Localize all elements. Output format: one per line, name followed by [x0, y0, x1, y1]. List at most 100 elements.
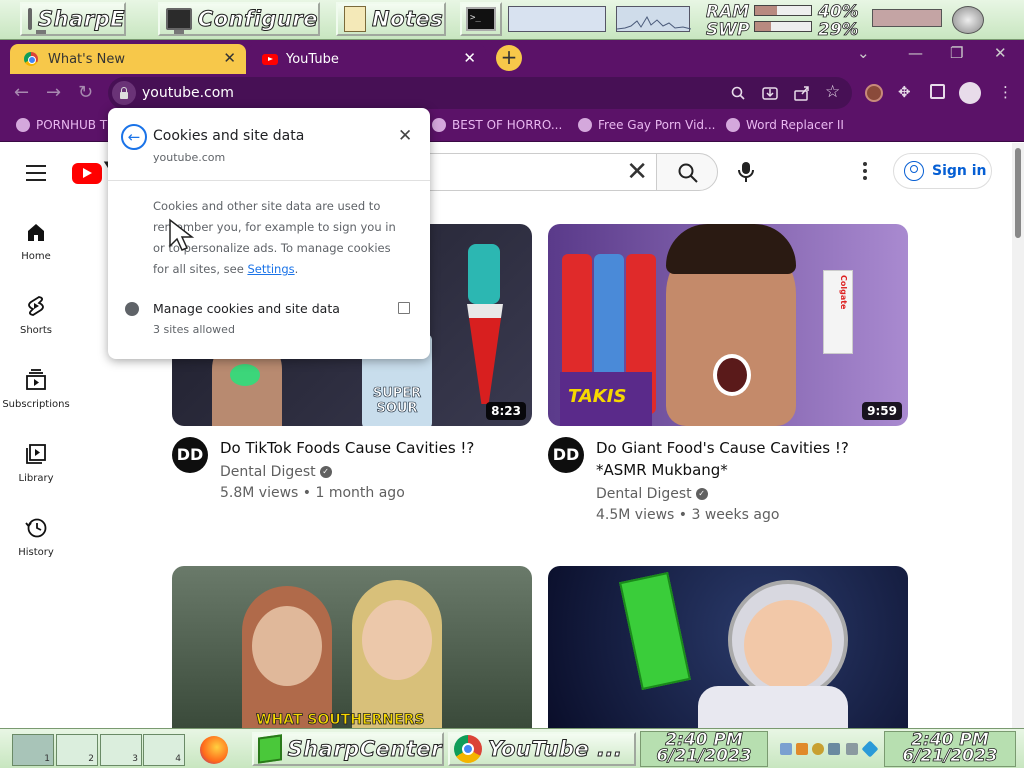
channel-avatar[interactable]: DD: [548, 437, 584, 473]
install-app-icon[interactable]: [762, 85, 778, 101]
thumb-green-tongue: [230, 364, 260, 386]
clock[interactable]: 2:40 PM 6/21/2023: [884, 731, 1016, 767]
bookmark-star-icon[interactable]: ☆: [825, 82, 840, 102]
speaker-icon[interactable]: [952, 6, 984, 34]
tray-network-icon[interactable]: [780, 743, 792, 755]
bookmark-item[interactable]: Free Gay Porn Vid...: [578, 118, 715, 132]
youtube-icon: [262, 53, 278, 65]
new-tab-button[interactable]: +: [496, 45, 522, 71]
bookmark-label: Free Gay Porn Vid...: [598, 118, 716, 132]
back-icon[interactable]: ←: [14, 82, 29, 103]
zoom-search-icon[interactable]: [731, 86, 745, 100]
bookmark-label: Word Replacer II: [746, 118, 844, 132]
verified-check-icon: ✓: [319, 466, 332, 478]
launcher-configure[interactable]: Configure: [158, 2, 320, 36]
restore-icon[interactable]: ❐: [950, 44, 963, 62]
notepad-icon: [344, 6, 366, 32]
open-external-icon[interactable]: [398, 302, 410, 314]
settings-link[interactable]: Settings: [247, 262, 294, 276]
clear-search-icon[interactable]: ✕: [626, 158, 648, 186]
launcher-label: Configure: [197, 7, 318, 32]
firefox-icon[interactable]: [200, 736, 228, 764]
workspace-3[interactable]: 3: [100, 734, 142, 766]
video-thumbnail[interactable]: TAKIS Colgate 9:59: [548, 224, 908, 426]
manage-cookies-link[interactable]: Manage cookies and site data: [153, 301, 340, 316]
youtube-logo-icon[interactable]: [72, 163, 102, 184]
bookmark-item[interactable]: PORNHUB T: [16, 118, 107, 132]
workspace-1[interactable]: 1: [12, 734, 54, 766]
close-tab-icon[interactable]: ✕: [223, 49, 236, 67]
side-panel-icon[interactable]: [930, 84, 945, 99]
home-icon: [28, 224, 44, 241]
workspace-2[interactable]: 2: [56, 734, 98, 766]
url-text[interactable]: youtube.com: [142, 85, 234, 101]
ram-label: RAM: [706, 2, 750, 22]
clock-date: 6/21/2023: [656, 746, 752, 766]
workspace-number: 2: [88, 754, 94, 764]
site-info-lock-icon[interactable]: [112, 81, 136, 105]
sidebar-label: Library: [18, 473, 54, 484]
bookmark-item[interactable]: BEST OF HORRO...: [432, 118, 562, 132]
thumb-face: [362, 600, 432, 680]
hamburger-menu-icon[interactable]: [26, 165, 46, 186]
sidebar-label: Subscriptions: [2, 399, 70, 410]
channel-name-text: Dental Digest: [596, 486, 692, 502]
address-bar[interactable]: youtube.com ☆: [108, 77, 852, 109]
launcher-terminal[interactable]: >_: [460, 2, 502, 36]
browser-menu-icon[interactable]: ⋮: [998, 83, 1013, 101]
close-tab-icon[interactable]: ✕: [463, 49, 476, 67]
tray-volume-icon[interactable]: [828, 743, 840, 755]
voice-search-mic-icon[interactable]: [736, 161, 756, 183]
tray-app-icon[interactable]: [861, 740, 879, 758]
close-window-icon[interactable]: ✕: [994, 44, 1007, 62]
workspace-4[interactable]: 4: [143, 734, 185, 766]
minimize-icon[interactable]: —: [908, 44, 923, 62]
vertical-scrollbar[interactable]: [1012, 143, 1024, 728]
back-arrow-icon[interactable]: ←: [121, 124, 147, 150]
thumb-red-candy: [467, 304, 503, 404]
settings-more-icon[interactable]: [863, 162, 867, 183]
sidebar-item-subscriptions[interactable]: Subscriptions: [0, 369, 72, 410]
video-title[interactable]: Do TikTok Foods Cause Cavities !?: [220, 437, 520, 459]
search-button[interactable]: [656, 153, 718, 191]
sidebar-item-shorts[interactable]: Shorts: [0, 295, 72, 336]
reload-icon[interactable]: ↻: [78, 82, 93, 103]
subscriptions-icon: [26, 369, 46, 390]
channel-name[interactable]: Dental Digest ✓: [596, 483, 708, 505]
extension-avatar-icon[interactable]: [865, 84, 883, 102]
sign-in-button[interactable]: Sign in: [893, 153, 992, 189]
duration-badge: 8:23: [486, 402, 526, 420]
monitor-icon: [166, 8, 192, 34]
tray-search-icon[interactable]: [812, 743, 824, 755]
tab-title: What's New: [48, 51, 125, 67]
sidebar-item-library[interactable]: Library: [0, 443, 72, 484]
tray-mute-icon[interactable]: [846, 743, 858, 755]
tab-whats-new[interactable]: What's New ✕: [10, 44, 246, 74]
share-icon[interactable]: [794, 85, 810, 101]
launcher-notes[interactable]: Notes: [336, 2, 446, 36]
extensions-puzzle-icon[interactable]: ✥: [898, 83, 911, 101]
bookmark-item[interactable]: Word Replacer II: [726, 118, 844, 132]
task-youtube[interactable]: YouTube ...: [448, 732, 636, 766]
tab-search-icon[interactable]: ⌄: [857, 44, 870, 62]
scrollbar-thumb[interactable]: [1015, 148, 1021, 238]
swp-bar: [754, 21, 812, 32]
channel-name[interactable]: Dental Digest ✓: [220, 461, 332, 483]
channel-avatar[interactable]: DD: [172, 437, 208, 473]
search-input[interactable]: ✕: [400, 153, 656, 191]
video-title[interactable]: Do Giant Food's Cause Cavities !? *ASMR …: [596, 437, 896, 481]
close-icon[interactable]: ✕: [398, 126, 412, 146]
video-thumbnail[interactable]: [548, 566, 908, 728]
forward-icon[interactable]: →: [46, 82, 61, 103]
video-thumbnail[interactable]: WHAT SOUTHERNERS: [172, 566, 532, 728]
tray-updates-icon[interactable]: [796, 743, 808, 755]
launcher-sharpe[interactable]: SharpE: [20, 2, 126, 36]
task-sharpcenter[interactable]: SharpCenter: [252, 732, 444, 766]
thumb-text: SUPER: [372, 386, 422, 402]
sidebar-item-history[interactable]: History: [0, 517, 72, 558]
clock[interactable]: 2:40 PM 6/21/2023: [640, 731, 768, 767]
tab-youtube[interactable]: YouTube ✕: [248, 44, 486, 74]
clock-date: 6/21/2023: [902, 746, 998, 766]
sidebar-item-home[interactable]: Home: [0, 221, 72, 262]
profile-icon[interactable]: [959, 82, 981, 104]
